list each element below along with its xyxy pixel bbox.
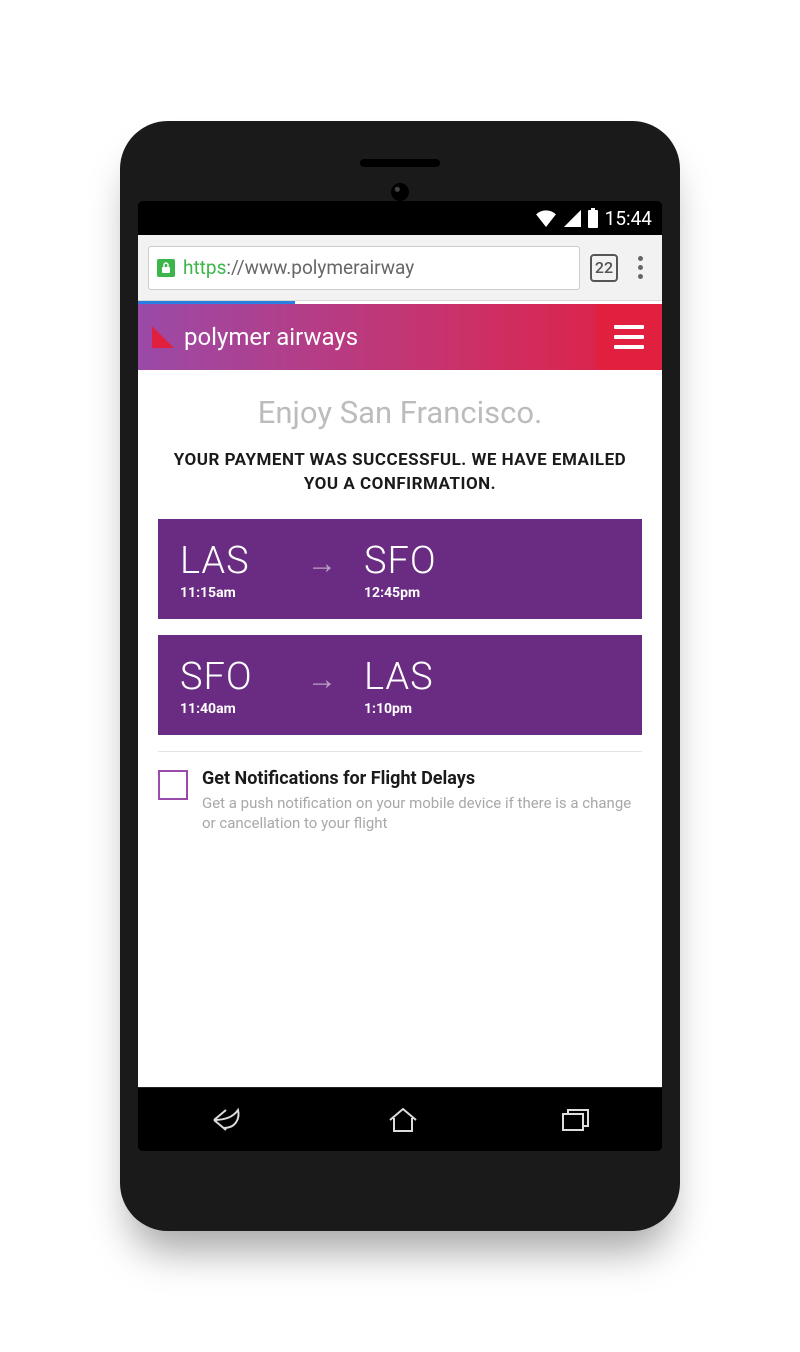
phone-screen: 15:44 https://www.polymerairway 22 polym…	[138, 201, 662, 1151]
cell-signal-icon	[563, 209, 581, 227]
brand-logo-icon	[152, 326, 174, 348]
origin-code: SFO	[180, 655, 280, 699]
android-nav-bar	[138, 1087, 662, 1151]
origin-code: LAS	[180, 539, 280, 583]
url-scheme: https	[183, 256, 226, 279]
flight-card[interactable]: SFO → LAS 11:40am 1:10pm	[158, 635, 642, 735]
arrow-right-icon: →	[302, 662, 342, 697]
notifications-checkbox[interactable]	[158, 770, 188, 800]
depart-time: 11:15am	[180, 585, 280, 601]
browser-menu-button[interactable]	[628, 256, 652, 279]
back-button[interactable]	[208, 1106, 246, 1134]
phone-camera	[391, 183, 409, 201]
home-button[interactable]	[386, 1106, 420, 1134]
app-header: polymer airways	[138, 304, 662, 370]
android-status-bar: 15:44	[138, 201, 662, 235]
flight-card[interactable]: LAS → SFO 11:15am 12:45pm	[158, 519, 642, 619]
depart-time: 11:40am	[180, 701, 280, 717]
arrow-right-icon: →	[302, 546, 342, 581]
notifications-option: Get Notifications for Flight Delays Get …	[158, 768, 642, 834]
notifications-title: Get Notifications for Flight Delays	[202, 768, 642, 789]
hamburger-icon	[614, 325, 644, 329]
confirmation-message: YOUR PAYMENT WAS SUCCESSFUL. WE HAVE EMA…	[158, 449, 642, 497]
recent-apps-button[interactable]	[560, 1107, 592, 1133]
destination-code: SFO	[364, 539, 464, 583]
lock-icon	[157, 259, 175, 277]
url-rest: ://www.polymerairway	[226, 256, 414, 279]
tab-switcher-button[interactable]: 22	[590, 254, 618, 282]
phone-frame: 15:44 https://www.polymerairway 22 polym…	[120, 121, 680, 1231]
battery-icon	[587, 208, 599, 228]
notifications-description: Get a push notification on your mobile d…	[202, 793, 642, 834]
phone-speaker	[360, 159, 440, 167]
browser-toolbar: https://www.polymerairway 22	[138, 235, 662, 301]
url-bar[interactable]: https://www.polymerairway	[148, 246, 580, 290]
page-title: Enjoy San Francisco.	[158, 394, 642, 431]
arrive-time: 1:10pm	[364, 701, 464, 717]
destination-code: LAS	[364, 655, 464, 699]
divider	[158, 751, 642, 752]
brand[interactable]: polymer airways	[138, 323, 596, 351]
menu-button[interactable]	[596, 304, 662, 370]
brand-title: polymer airways	[184, 323, 358, 351]
wifi-icon	[535, 209, 557, 227]
arrive-time: 12:45pm	[364, 585, 464, 601]
page-content: Enjoy San Francisco. YOUR PAYMENT WAS SU…	[138, 370, 662, 1087]
status-time: 15:44	[605, 207, 652, 230]
